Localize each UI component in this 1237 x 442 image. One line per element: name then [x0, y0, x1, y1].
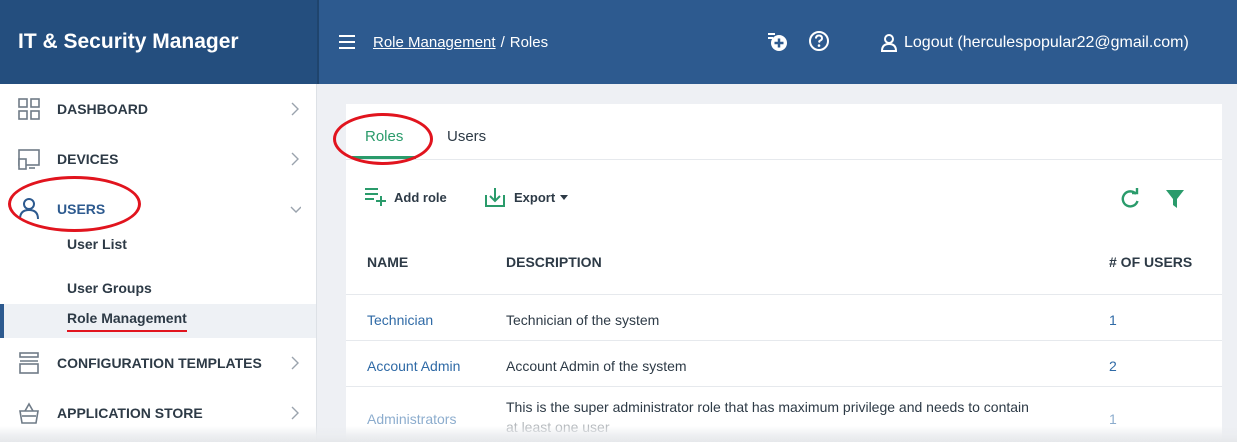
sidebar-item-configuration-templates[interactable]: CONFIGURATION TEMPLATES	[0, 338, 316, 388]
sidebar-item-users[interactable]: USERS	[0, 184, 316, 234]
role-description: Account Admin of the system	[506, 358, 687, 374]
roles-panel: Roles Users Add role Export NAME DESCRIP…	[346, 104, 1222, 442]
role-name-link[interactable]: Technician	[367, 312, 433, 328]
sidebar-sub-role-management[interactable]: Role Management	[0, 304, 316, 338]
hamburger-menu-icon[interactable]	[339, 35, 355, 49]
templates-icon	[19, 352, 39, 374]
chevron-right-icon	[291, 356, 299, 370]
role-name-link[interactable]: Administrators	[367, 411, 456, 427]
logout-label: Logout (herculespopular22@gmail.com)	[904, 34, 1189, 51]
sidebar-item-devices[interactable]: DEVICES	[0, 134, 316, 184]
export-label: Export	[514, 189, 556, 205]
add-role-label: Add role	[394, 189, 447, 205]
column-header-description[interactable]: DESCRIPTION	[506, 254, 602, 270]
role-name-link[interactable]: Account Admin	[367, 358, 460, 374]
user-icon	[19, 198, 39, 220]
user-count-link[interactable]: 1	[1109, 312, 1117, 328]
sidebar-sub-label: Role Management	[67, 310, 187, 332]
devices-icon	[18, 149, 40, 170]
user-count-link[interactable]: 2	[1109, 358, 1117, 374]
add-list-icon	[365, 188, 386, 206]
role-description: Technician of the system	[506, 312, 660, 328]
top-header: IT & Security Manager Role Management / Ro…	[0, 0, 1237, 84]
export-icon	[485, 188, 505, 207]
sidebar-item-label: APPLICATION STORE	[57, 405, 203, 421]
table-row: Technician Technician of the system 1	[346, 294, 1222, 340]
chevron-down-icon	[290, 206, 301, 213]
breadcrumb: Role Management / Roles	[373, 34, 548, 51]
header-divider	[317, 0, 319, 84]
dashboard-icon	[18, 98, 40, 120]
add-plus-icon[interactable]	[766, 30, 788, 52]
sidebar-sub-user-groups[interactable]: User Groups	[0, 274, 316, 304]
column-header-name[interactable]: NAME	[367, 254, 408, 270]
role-description: This is the super administrator role tha…	[506, 399, 1029, 415]
export-button[interactable]: Export	[484, 186, 569, 208]
tab-bar: Roles Users	[346, 104, 1222, 160]
sidebar-item-label: DEVICES	[57, 151, 119, 167]
user-count-link[interactable]: 1	[1109, 411, 1117, 427]
tab-roles[interactable]: Roles	[365, 128, 403, 145]
logout-link[interactable]: Logout (herculespopular22@gmail.com)	[880, 33, 1189, 53]
sidebar-item-label: USERS	[57, 201, 106, 217]
add-role-button[interactable]: Add role	[364, 186, 447, 208]
help-icon[interactable]	[808, 30, 830, 52]
breadcrumb-roles: Roles	[509, 33, 549, 51]
tab-users[interactable]: Users	[447, 128, 486, 145]
caret-down-icon	[560, 194, 569, 200]
torn-edge-fade	[0, 426, 1237, 442]
sidebar: DASHBOARD DEVICES USERS User List User G…	[0, 84, 317, 442]
breadcrumb-separator: /	[500, 33, 505, 51]
chevron-right-icon	[291, 406, 299, 420]
column-header-user-count[interactable]: # OF USERS	[1109, 254, 1192, 270]
breadcrumb-role-management[interactable]: Role Management	[373, 34, 496, 51]
chevron-right-icon	[291, 102, 299, 116]
table-row: Account Admin Account Admin of the syste…	[346, 340, 1222, 386]
sidebar-sub-user-list[interactable]: User List	[0, 234, 316, 274]
app-title: IT & Security Manager	[0, 0, 317, 84]
refresh-icon[interactable]	[1119, 188, 1141, 210]
chevron-right-icon	[291, 152, 299, 166]
sidebar-item-label: DASHBOARD	[57, 101, 148, 117]
filter-icon[interactable]	[1164, 188, 1186, 210]
store-icon	[19, 402, 39, 424]
tab-roles-indicator	[352, 156, 416, 159]
sidebar-item-dashboard[interactable]: DASHBOARD	[0, 84, 316, 134]
user-icon	[880, 34, 898, 52]
sidebar-item-label: CONFIGURATION TEMPLATES	[57, 355, 262, 371]
